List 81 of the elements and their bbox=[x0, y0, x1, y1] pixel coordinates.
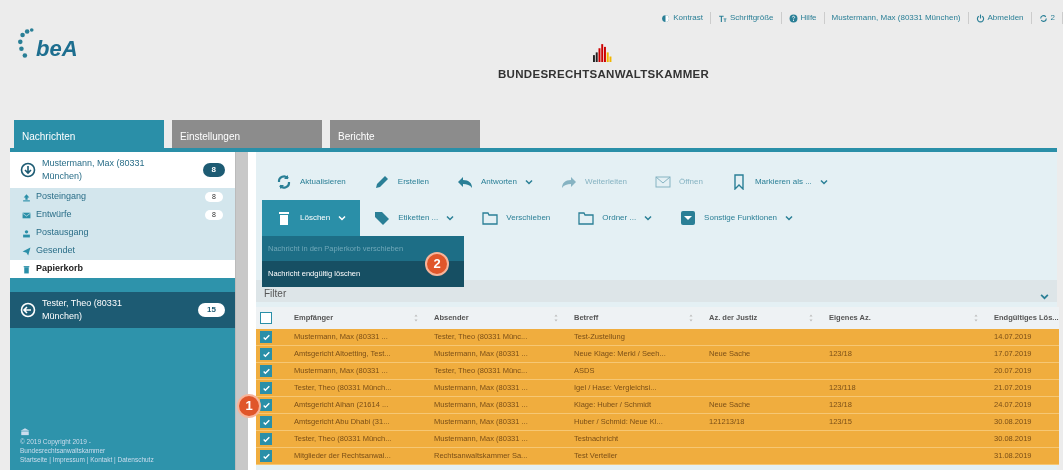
account-header[interactable]: Mustermann, Max (80331 München) 8 bbox=[10, 152, 235, 188]
chevron-down-icon bbox=[338, 214, 347, 222]
folder-item[interactable]: Papierkorb bbox=[10, 260, 235, 278]
top-link[interactable]: Abmelden bbox=[968, 12, 1032, 24]
font-size-icon bbox=[717, 13, 727, 23]
checkbox[interactable] bbox=[260, 348, 272, 360]
scrollbar[interactable] bbox=[235, 152, 248, 470]
tab[interactable]: Berichte bbox=[330, 120, 480, 148]
arrow-left-icon bbox=[20, 302, 36, 318]
paper-plane-icon bbox=[22, 246, 31, 256]
checkbox[interactable] bbox=[260, 433, 272, 445]
logo-text: beA bbox=[36, 38, 78, 60]
toolbar-button[interactable]: Aktualisieren bbox=[262, 164, 360, 200]
checkbox[interactable] bbox=[260, 450, 272, 462]
count-badge: 8 bbox=[202, 163, 225, 177]
top-link[interactable]: 2 bbox=[1031, 12, 1063, 24]
toolbar-button[interactable]: Antworten bbox=[442, 164, 547, 200]
refresh-icon bbox=[276, 174, 292, 190]
tab[interactable]: Nachrichten bbox=[14, 120, 164, 148]
toolbar-button[interactable]: Erstellen bbox=[359, 164, 443, 200]
checkbox[interactable] bbox=[260, 365, 272, 377]
inbox-icon bbox=[22, 192, 31, 202]
account-name: Mustermann, Max (80331 München) bbox=[42, 156, 146, 183]
download-icon bbox=[20, 162, 36, 178]
contrast-icon bbox=[661, 13, 671, 23]
toolbar-button[interactable]: Etiketten ... bbox=[360, 200, 469, 236]
envelope-icon bbox=[22, 210, 31, 220]
forward-icon bbox=[560, 174, 577, 190]
folder-label: Gesendet bbox=[36, 244, 76, 258]
top-link[interactable]: Hilfe bbox=[781, 12, 825, 24]
top-link[interactable]: Schriftgröße bbox=[710, 12, 782, 24]
folder-label: Entwürfe bbox=[36, 208, 72, 222]
toolbar-button[interactable]: Verschieben bbox=[468, 200, 565, 236]
sort-icon bbox=[552, 314, 560, 322]
pencil-icon bbox=[373, 174, 390, 190]
count-badge: 15 bbox=[198, 303, 225, 317]
sort-icon bbox=[807, 314, 815, 322]
top-link[interactable]: Kontrast bbox=[654, 12, 711, 24]
tab[interactable]: Einstellungen bbox=[172, 120, 322, 148]
folder-icon bbox=[482, 210, 499, 226]
account-header[interactable]: Tester, Theo (80331 München) 15 bbox=[10, 292, 235, 328]
logo-icon bbox=[18, 28, 34, 58]
chevron-down-icon bbox=[644, 214, 653, 222]
toolbar-button[interactable]: Löschen bbox=[262, 200, 361, 236]
checkbox[interactable] bbox=[260, 416, 272, 428]
help-icon bbox=[788, 13, 798, 23]
folder-item[interactable]: Postausgang bbox=[10, 224, 235, 242]
checkbox[interactable] bbox=[260, 382, 272, 394]
sort-icon bbox=[412, 314, 420, 322]
building-icon bbox=[20, 426, 30, 437]
folder-icon bbox=[578, 210, 595, 226]
toolbar-button[interactable]: Markieren als ... bbox=[716, 164, 842, 200]
sort-icon bbox=[687, 314, 695, 322]
account-name: Tester, Theo (80331 München) bbox=[42, 296, 123, 323]
filter-bar[interactable]: Filter bbox=[256, 280, 1057, 302]
trash-icon bbox=[22, 264, 31, 274]
tag-icon bbox=[374, 210, 391, 226]
chevron-down-icon bbox=[785, 214, 794, 222]
power-icon bbox=[975, 13, 985, 23]
checkbox[interactable] bbox=[260, 312, 272, 324]
folder-label: Postausgang bbox=[36, 226, 89, 240]
checkbox[interactable] bbox=[260, 331, 272, 343]
folder-label: Posteingang bbox=[36, 190, 87, 204]
toolbar-button[interactable]: Sonstige Funktionen bbox=[666, 200, 808, 236]
chevron-down-icon bbox=[524, 178, 533, 186]
toolbar-button[interactable]: Ordner ... bbox=[564, 200, 667, 236]
filter-label: Filter bbox=[264, 287, 287, 301]
trash-icon bbox=[276, 210, 292, 226]
organization-name: BUNDESRECHTSANWALTSKAMMER bbox=[498, 67, 710, 82]
person-icon bbox=[22, 228, 31, 238]
refresh-icon bbox=[1038, 13, 1048, 23]
sort-icon bbox=[972, 314, 980, 322]
dropdown-box-icon bbox=[680, 210, 697, 226]
envelope-icon bbox=[655, 174, 672, 190]
folder-label: Papierkorb bbox=[36, 262, 84, 276]
checkbox[interactable] bbox=[260, 399, 272, 411]
folder-item[interactable]: Gesendet bbox=[10, 242, 235, 260]
chevron-down-icon bbox=[819, 178, 828, 186]
chevron-down-icon bbox=[1040, 292, 1049, 301]
chevron-down-icon bbox=[446, 214, 455, 222]
top-link[interactable]: Mustermann, Max (80331 München) bbox=[824, 12, 969, 24]
